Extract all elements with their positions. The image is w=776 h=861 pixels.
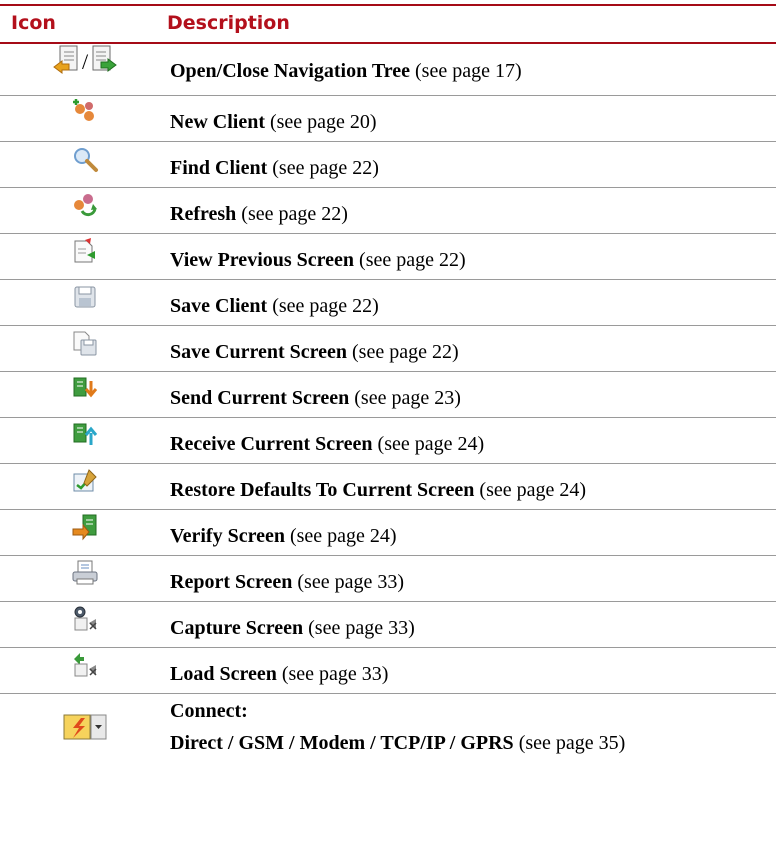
row-description: Load Screen (see page 33) <box>170 663 389 685</box>
table-row: Load Screen (see page 33) <box>0 648 776 694</box>
table-row: Save Current Screen (see page 22) <box>0 326 776 372</box>
row-description: Open/Close Navigation Tree (see page 17) <box>170 60 522 82</box>
row-description: Find Client (see page 22) <box>170 157 379 179</box>
table-row: New Client (see page 20) <box>0 96 776 142</box>
icon-description-table: Icon Description / Open/Close Navigation… <box>0 0 776 764</box>
open-close-navigation-tree-icon: / <box>44 45 126 81</box>
view-previous-screen-icon <box>44 237 126 273</box>
row-description: Verify Screen (see page 24) <box>170 525 397 547</box>
table-row: Verify Screen (see page 24) <box>0 510 776 556</box>
row-description: Send Current Screen (see page 23) <box>170 387 461 409</box>
save-client-icon <box>44 283 126 319</box>
row-description: View Previous Screen (see page 22) <box>170 249 466 271</box>
refresh-icon <box>44 191 126 227</box>
connect-dropdown-icon <box>44 714 126 750</box>
table-row: View Previous Screen (see page 22) <box>0 234 776 280</box>
save-current-screen-icon <box>44 329 126 365</box>
capture-screen-icon <box>44 605 126 641</box>
header-icon-column: Icon <box>11 12 56 34</box>
table-row: Find Client (see page 22) <box>0 142 776 188</box>
slash-separator: / <box>81 49 89 74</box>
connect-options: Direct / GSM / Modem / TCP/IP / GPRS (se… <box>170 732 626 754</box>
connect-title: Connect: <box>170 700 248 722</box>
row-description: New Client (see page 20) <box>170 111 377 133</box>
row-description: Receive Current Screen (see page 24) <box>170 433 485 455</box>
table-row: Refresh (see page 22) <box>0 188 776 234</box>
send-current-screen-icon <box>44 375 126 411</box>
table-row: Receive Current Screen (see page 24) <box>0 418 776 464</box>
table-row: Save Client (see page 22) <box>0 280 776 326</box>
row-description: Save Current Screen (see page 22) <box>170 341 459 363</box>
row-description: Save Client (see page 22) <box>170 295 379 317</box>
table-row: Connect: Direct / GSM / Modem / TCP/IP /… <box>0 694 776 764</box>
receive-current-screen-icon <box>44 421 126 457</box>
row-description: Report Screen (see page 33) <box>170 571 404 593</box>
table-row: Restore Defaults To Current Screen (see … <box>0 464 776 510</box>
load-screen-icon <box>44 651 126 687</box>
row-description: Restore Defaults To Current Screen (see … <box>170 479 587 501</box>
table-row: Send Current Screen (see page 23) <box>0 372 776 418</box>
find-client-icon <box>44 145 126 181</box>
row-description: Refresh (see page 22) <box>170 203 348 225</box>
table-header: Icon Description <box>0 4 776 44</box>
restore-defaults-icon <box>44 467 126 503</box>
row-description: Capture Screen (see page 33) <box>170 617 415 639</box>
table-row: Capture Screen (see page 33) <box>0 602 776 648</box>
new-client-icon <box>44 99 126 135</box>
verify-screen-icon <box>44 513 126 549</box>
header-description-column: Description <box>167 12 290 34</box>
table-row: Report Screen (see page 33) <box>0 556 776 602</box>
table-row: / Open/Close Navigation Tree (see page 1… <box>0 40 776 96</box>
report-screen-icon <box>44 559 126 595</box>
